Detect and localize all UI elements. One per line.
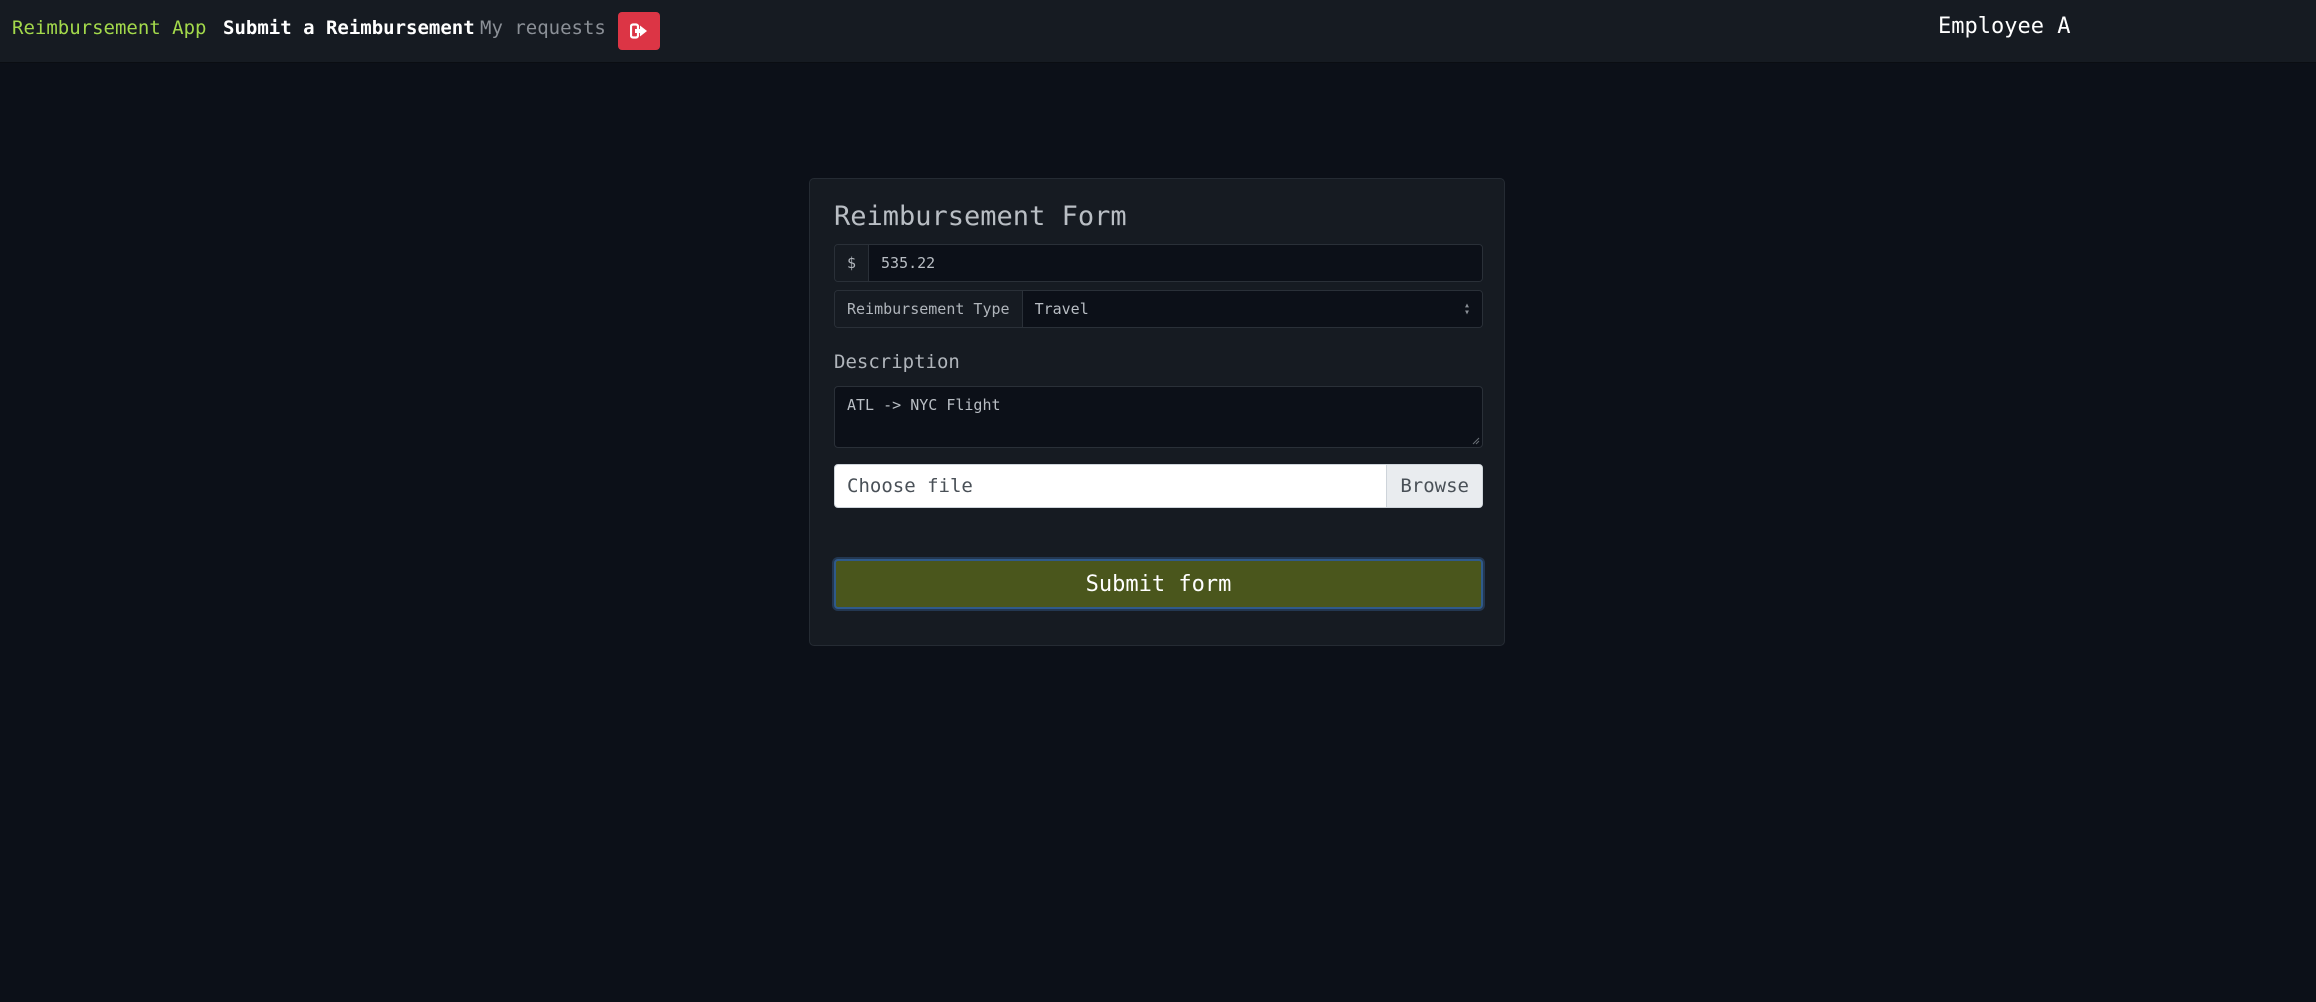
- reimbursement-form-card: Reimbursement Form $ 535.22 Reimbursemen…: [809, 178, 1505, 646]
- choose-file-label: Choose file: [847, 475, 973, 497]
- top-navbar: Reimbursement App Submit a Reimbursement…: [0, 0, 2316, 62]
- description-text: ATL -> NYC Flight: [847, 396, 1001, 414]
- reimbursement-type-select[interactable]: Travel ▴ ▾: [1022, 291, 1482, 327]
- type-input-group: Reimbursement Type Travel ▴ ▾: [834, 290, 1483, 328]
- description-label: Description: [834, 351, 960, 373]
- user-name: Employee A: [1938, 14, 2071, 39]
- select-arrows-icon: ▴ ▾: [1463, 300, 1470, 318]
- nav-submit-reimbursement[interactable]: Submit a Reimbursement: [223, 17, 475, 39]
- brand-link[interactable]: Reimbursement App: [12, 17, 206, 39]
- browse-button[interactable]: Browse: [1386, 465, 1482, 507]
- submit-button[interactable]: Submit form: [834, 559, 1483, 609]
- file-input[interactable]: Choose file Browse: [834, 464, 1483, 508]
- selected-type: Travel: [1034, 300, 1089, 318]
- description-textarea[interactable]: ATL -> NYC Flight: [834, 386, 1483, 448]
- amount-input[interactable]: 535.22: [869, 245, 1482, 281]
- amount-input-group: $ 535.22: [834, 244, 1483, 282]
- sign-out-icon: [630, 23, 647, 39]
- resize-grip-icon[interactable]: [1472, 437, 1480, 445]
- form-title: Reimbursement Form: [834, 201, 1127, 232]
- logout-button[interactable]: [618, 12, 660, 50]
- reimbursement-type-label: Reimbursement Type: [835, 291, 1023, 327]
- nav-my-requests[interactable]: My requests: [480, 17, 606, 39]
- currency-prefix: $: [835, 245, 870, 281]
